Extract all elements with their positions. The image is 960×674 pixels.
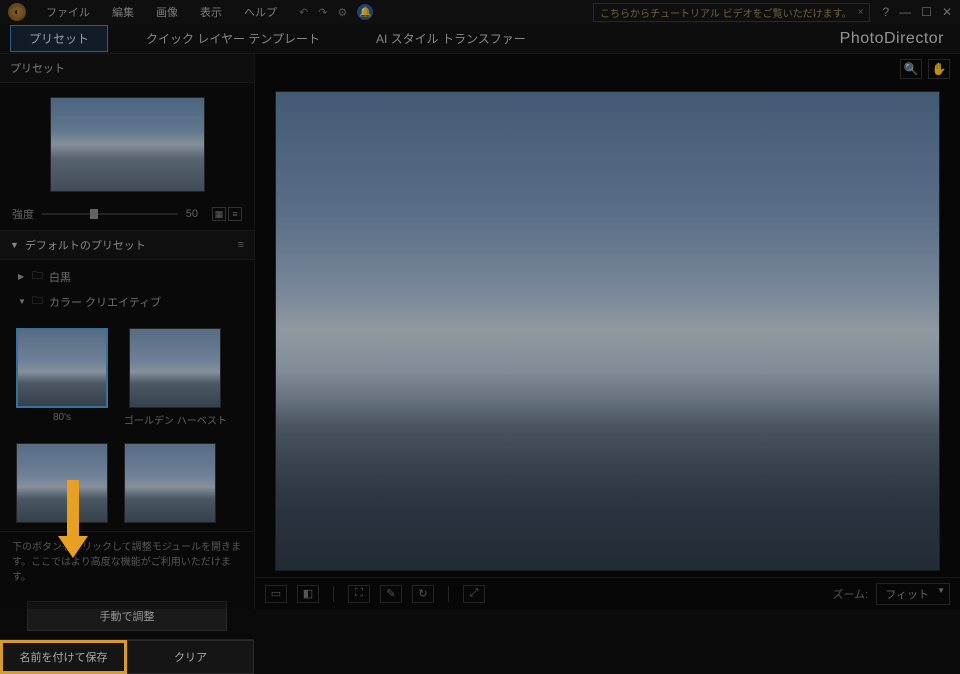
brand-label: PhotoDirector [840, 30, 950, 48]
grid-view-icon[interactable]: ▦ [212, 207, 226, 221]
redo-icon[interactable]: ↷ [318, 6, 327, 19]
strength-row: 強度 50 ▦ ≡ [0, 202, 254, 230]
thumbnail-grid: 80's ゴールデン ハーベスト [0, 320, 254, 531]
brush-icon[interactable]: ✎ [380, 585, 402, 603]
minimize-icon[interactable]: — [899, 5, 911, 19]
tree-item-color-creative[interactable]: ▼ 🗀 カラー クリエイティブ [18, 289, 254, 314]
tree-label: 白黒 [49, 269, 71, 285]
tab-quick-layer[interactable]: クイック レイヤー テンプレート [128, 26, 338, 51]
tutorial-banner[interactable]: こちらからチュートリアル ビデオをご覧いただけます。 × [593, 3, 871, 22]
zoom-select[interactable]: フィット [876, 583, 950, 605]
canvas-toolbar: 🔍 ✋ [255, 54, 960, 84]
zoom-controls: ズーム: フィット [832, 583, 950, 605]
banner-close-icon[interactable]: × [858, 7, 864, 18]
preset-thumb-4[interactable] [124, 443, 216, 523]
chevron-down-icon: ▼ [18, 297, 26, 306]
pan-icon[interactable]: ✋ [928, 59, 950, 79]
tab-preset[interactable]: プリセット [10, 25, 108, 52]
canvas-image[interactable] [275, 91, 940, 571]
thumb-image [129, 328, 221, 408]
preview-thumbnail[interactable] [50, 97, 205, 192]
tab-ai-style[interactable]: AI スタイル トランスファー [358, 26, 544, 51]
image-content [276, 402, 939, 569]
toolbar: プリセット クイック レイヤー テンプレート AI スタイル トランスファー P… [0, 24, 960, 54]
bell-icon[interactable]: 🔔 [357, 4, 373, 20]
list-view-icon[interactable]: ≡ [228, 207, 242, 221]
zoom-label: ズーム: [832, 586, 868, 602]
top-icons: ↶ ↷ ⚙ 🔔 [299, 4, 373, 20]
thumb-label: 80's [53, 412, 71, 423]
app-logo-icon: ◐ [8, 3, 26, 21]
separator [448, 586, 449, 602]
preset-thumb-golden[interactable]: ゴールデン ハーベスト [124, 328, 227, 427]
preset-thumb-3[interactable] [16, 443, 108, 523]
section-label: デフォルトのプリセット [25, 237, 146, 253]
banner-text: こちらからチュートリアル ビデオをご覧いただけます。 [600, 5, 852, 20]
folder-icon: 🗀 [32, 292, 43, 311]
chevron-right-icon: ▶ [18, 272, 26, 281]
undo-icon[interactable]: ↶ [299, 6, 308, 19]
search-icon[interactable]: 🔍 [900, 59, 922, 79]
rotate-icon[interactable]: ↻ [412, 585, 434, 603]
maximize-icon[interactable]: ☐ [921, 5, 932, 19]
strength-label: 強度 [12, 206, 34, 222]
chevron-down-icon: ▼ [10, 240, 19, 250]
fullscreen-icon[interactable]: ⤢ [463, 585, 485, 603]
menubar: ◐ ファイル 編集 画像 表示 ヘルプ ↶ ↷ ⚙ 🔔 こちらからチュートリアル… [0, 0, 960, 24]
preview-box [0, 83, 254, 202]
separator [333, 586, 334, 602]
menu-edit[interactable]: 編集 [102, 1, 144, 23]
window-controls: ? — ☐ ✕ [882, 5, 952, 19]
folder-icon: 🗀 [32, 267, 43, 286]
menu-file[interactable]: ファイル [36, 1, 100, 23]
view-split-icon[interactable]: ◧ [297, 585, 319, 603]
preset-tree: ▶ 🗀 白黒 ▼ 🗀 カラー クリエイティブ [0, 260, 254, 320]
tree-item-bw[interactable]: ▶ 🗀 白黒 [18, 264, 254, 289]
section-menu-icon[interactable]: ≡ [238, 239, 244, 251]
tree-label: カラー クリエイティブ [49, 294, 161, 310]
preset-thumb-80s[interactable]: 80's [16, 328, 108, 427]
clear-button[interactable]: クリア [127, 640, 254, 674]
crop-icon[interactable]: ⛶ [348, 585, 370, 603]
hint-text: 下のボタンをクリックして調整モジュールを開きます。ここではより高度な機能がご利用… [0, 531, 254, 593]
sidebar: プリセット 強度 50 ▦ ≡ ▼ デフォルトのプリセット ≡ ▶ 🗀 白黒 [0, 54, 255, 609]
canvas-area: 🔍 ✋ ▭ ◧ ⛶ ✎ ↻ ⤢ ズーム: フィット [255, 54, 960, 609]
canvas-wrap [255, 84, 960, 577]
sidebar-header: プリセット [0, 54, 254, 83]
thumb-image [16, 328, 108, 408]
thumb-image [16, 443, 108, 523]
thumb-label: ゴールデン ハーベスト [124, 412, 227, 427]
strength-slider[interactable] [42, 213, 178, 215]
main-area: プリセット 強度 50 ▦ ≡ ▼ デフォルトのプリセット ≡ ▶ 🗀 白黒 [0, 54, 960, 609]
thumb-image [124, 443, 216, 523]
manual-adjust-button[interactable]: 手動で調整 [27, 601, 227, 631]
section-default-presets[interactable]: ▼ デフォルトのプリセット ≡ [0, 230, 254, 260]
gear-icon[interactable]: ⚙ [337, 6, 347, 19]
bottom-buttons: 名前を付けて保存 クリア [0, 639, 254, 674]
help-icon[interactable]: ? [882, 5, 889, 19]
save-as-button[interactable]: 名前を付けて保存 [0, 640, 127, 674]
menu-view[interactable]: 表示 [190, 1, 232, 23]
bottom-bar: ▭ ◧ ⛶ ✎ ↻ ⤢ ズーム: フィット [255, 577, 960, 609]
view-single-icon[interactable]: ▭ [265, 585, 287, 603]
strength-value: 50 [186, 208, 198, 220]
close-icon[interactable]: ✕ [942, 5, 952, 19]
menu-image[interactable]: 画像 [146, 1, 188, 23]
menu-help[interactable]: ヘルプ [234, 1, 287, 23]
